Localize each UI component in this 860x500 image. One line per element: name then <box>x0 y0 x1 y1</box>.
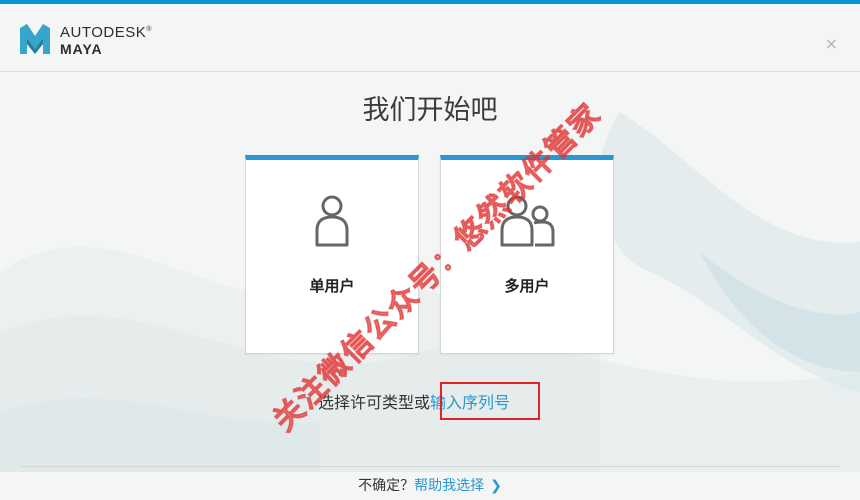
brand-line2: MAYA <box>60 41 103 57</box>
user-icon <box>315 195 349 247</box>
multi-user-card[interactable]: 多用户 <box>440 155 614 354</box>
single-user-card[interactable]: 单用户 <box>245 155 419 354</box>
brand-wordmark: AUTODESK® MAYA <box>60 21 152 58</box>
chevron-right-icon[interactable]: ❯ <box>490 478 502 494</box>
users-icon <box>500 195 555 247</box>
multi-user-icon-wrap <box>441 190 613 250</box>
single-user-label: 单用户 <box>309 277 355 295</box>
brand-line1: AUTODESK <box>60 24 147 41</box>
multi-user-label: 多用户 <box>504 277 550 295</box>
serial-highlight-box <box>440 382 540 420</box>
single-user-icon-wrap <box>246 190 418 250</box>
footer: 不确定？帮助我选择 ❯ <box>0 475 860 495</box>
unsure-text: 不确定？ <box>358 478 415 494</box>
header: AUTODESK® MAYA × <box>0 4 860 72</box>
footer-divider <box>20 466 840 467</box>
maya-logo-icon <box>20 24 50 54</box>
license-prompt: 选择许可类型或 <box>318 393 431 412</box>
close-icon[interactable]: × <box>825 34 838 53</box>
brand-reg-mark: ® <box>146 26 152 33</box>
page-title: 我们开始吧 <box>362 95 498 126</box>
help-me-choose-link[interactable]: 帮助我选择 <box>414 478 484 494</box>
